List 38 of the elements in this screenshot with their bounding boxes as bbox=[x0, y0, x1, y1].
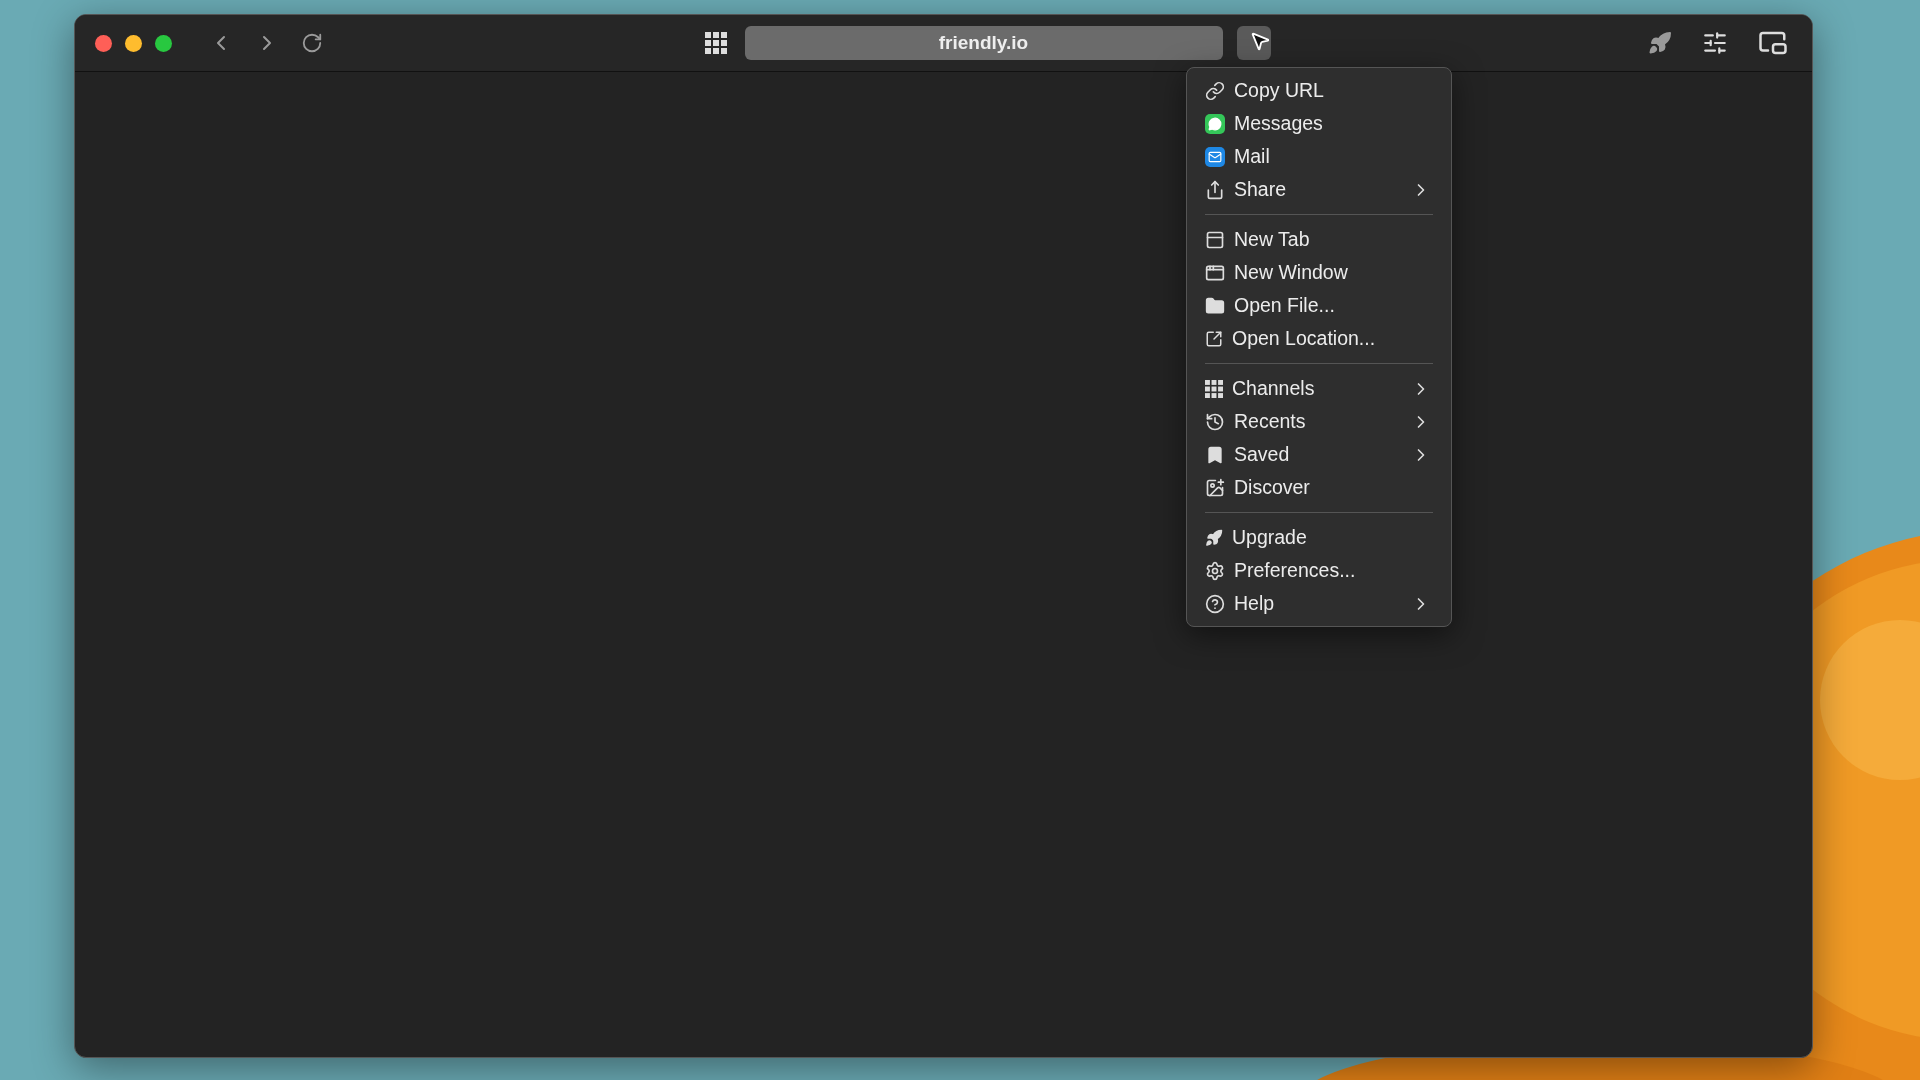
folder-icon bbox=[1205, 295, 1225, 316]
menu-item[interactable]: Recents bbox=[1187, 405, 1451, 438]
menu-item[interactable]: Copy URL bbox=[1187, 74, 1451, 107]
menu-item[interactable]: Open File... bbox=[1187, 289, 1451, 322]
history-icon bbox=[1205, 411, 1225, 432]
menu-button[interactable] bbox=[1236, 26, 1271, 60]
messages-icon bbox=[1205, 113, 1225, 134]
reload-icon bbox=[301, 32, 323, 54]
menu-item[interactable]: New Window bbox=[1187, 256, 1451, 289]
menu-item[interactable]: Share bbox=[1187, 173, 1451, 206]
minimize-button[interactable] bbox=[125, 34, 142, 52]
menu-item[interactable]: Preferences... bbox=[1187, 554, 1451, 587]
settings-icon bbox=[1205, 560, 1225, 581]
menu-item[interactable]: Channels bbox=[1187, 372, 1451, 405]
image-icon bbox=[1205, 477, 1225, 498]
address-field[interactable]: friendly.io bbox=[744, 26, 1223, 60]
menu-item[interactable]: Mail bbox=[1187, 140, 1451, 173]
menu-item[interactable]: Help bbox=[1187, 587, 1451, 620]
tab-icon bbox=[1205, 229, 1225, 250]
open-link-icon bbox=[1205, 329, 1223, 348]
bookmark-icon bbox=[1205, 444, 1225, 465]
menu-item[interactable]: Discover bbox=[1187, 471, 1451, 504]
link-icon bbox=[1205, 80, 1225, 101]
grid-icon bbox=[1205, 379, 1223, 398]
rocket-icon bbox=[1205, 528, 1223, 547]
menu-item[interactable]: Messages bbox=[1187, 107, 1451, 140]
help-icon bbox=[1205, 593, 1225, 614]
menu-item[interactable]: New Tab bbox=[1187, 223, 1451, 256]
sliders-icon bbox=[1702, 30, 1728, 56]
mail-icon bbox=[1205, 146, 1225, 167]
zoom-button[interactable] bbox=[155, 34, 172, 52]
grid-icon bbox=[704, 32, 727, 54]
share-icon bbox=[1205, 179, 1225, 200]
menu-item[interactable]: Saved bbox=[1187, 438, 1451, 471]
menu-item[interactable]: Upgrade bbox=[1187, 521, 1451, 554]
menu-item[interactable]: Open Location... bbox=[1187, 322, 1451, 355]
rocket-icon bbox=[1648, 31, 1672, 55]
close-button[interactable] bbox=[95, 34, 112, 52]
